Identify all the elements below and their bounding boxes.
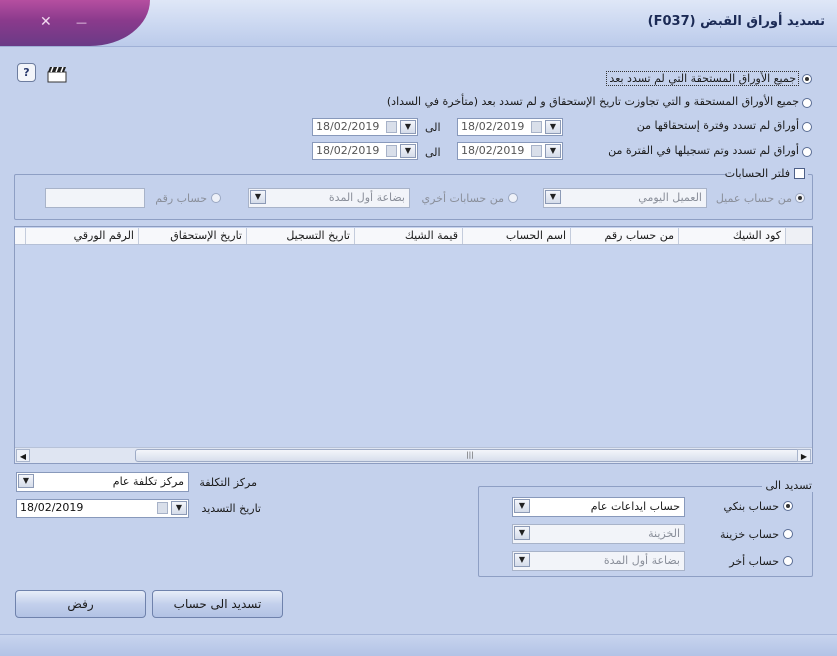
title-tab-decoration — [0, 0, 150, 46]
registered-to-date[interactable]: 18/02/2019 ▼ — [312, 142, 418, 160]
chevron-down-icon[interactable]: ▼ — [250, 190, 266, 204]
account-no-input[interactable] — [45, 188, 145, 208]
registered-to-value: 18/02/2019 — [316, 144, 380, 157]
customer-value: العميل اليومي — [638, 191, 702, 204]
cash-account-combo[interactable]: الخزينة ▼ — [512, 524, 685, 544]
account-filter-checkbox[interactable] — [794, 168, 805, 179]
from-customer-radio[interactable] — [795, 193, 805, 203]
other-accounts-label[interactable]: من حسابات أخري — [421, 192, 504, 205]
col-registration-date[interactable]: تاريخ التسجيل — [246, 228, 354, 244]
calendar-icon[interactable] — [386, 145, 397, 157]
other-account-value: بضاعة أول المدة — [603, 554, 680, 567]
grid-hscrollbar[interactable]: ◀ ||| ▶ — [15, 447, 812, 463]
cash-account-label[interactable]: حساب خزينة — [720, 528, 779, 541]
to-word-1: الى — [425, 121, 441, 134]
cash-account-value: الخزينة — [648, 527, 680, 540]
col-paper-no[interactable]: الرقم الورقي — [25, 228, 138, 244]
scroll-right-icon[interactable]: ▶ — [797, 449, 811, 462]
chevron-down-icon[interactable]: ▼ — [514, 526, 530, 540]
other-account-combo[interactable]: بضاعة أول المدة ▼ — [512, 551, 685, 571]
minimize-icon[interactable]: — — [76, 16, 87, 29]
other-accounts-value: بضاعة أول المدة — [328, 191, 405, 204]
col-due-date[interactable]: تاريخ الإستحقاق — [138, 228, 246, 244]
chevron-down-icon[interactable]: ▼ — [545, 144, 561, 158]
from-customer-label[interactable]: من حساب عميل — [716, 192, 792, 205]
option-1-label[interactable]: جميع الأوراق المستحقة التي لم تسدد بعد — [606, 71, 799, 86]
option-4-radio[interactable] — [802, 147, 812, 157]
scroll-thumb[interactable]: ||| — [135, 449, 805, 462]
bank-account-label[interactable]: حساب بنكي — [724, 500, 779, 513]
chevron-down-icon[interactable]: ▼ — [514, 553, 530, 567]
due-to-date[interactable]: 18/02/2019 ▼ — [312, 118, 418, 136]
payment-date-field[interactable]: 18/02/2019 ▼ — [16, 499, 189, 518]
chevron-down-icon[interactable]: ▼ — [400, 144, 416, 158]
other-accounts-combo[interactable]: بضاعة أول المدة ▼ — [248, 188, 410, 208]
title-bar: ✕ — تسديد أوراق القبض (F037) — [0, 0, 837, 47]
bank-account-combo[interactable]: حساب ايداعات عام ▼ — [512, 497, 685, 517]
cheques-grid[interactable] — [14, 226, 813, 464]
chevron-down-icon[interactable]: ▼ — [545, 120, 561, 134]
chevron-down-icon[interactable]: ▼ — [545, 190, 561, 204]
option-2-label[interactable]: جميع الأوراق المستحقة و التي تجاوزت تاري… — [387, 95, 799, 108]
bank-account-value: حساب ايداعات عام — [590, 500, 680, 513]
option-3-radio[interactable] — [802, 122, 812, 132]
calendar-icon[interactable] — [386, 121, 397, 133]
reject-button[interactable]: رفض — [15, 590, 146, 618]
chevron-down-icon[interactable]: ▼ — [400, 120, 416, 134]
to-word-2: الى — [425, 146, 441, 159]
cost-center-combo[interactable]: مركز تكلفة عام ▼ — [16, 472, 189, 492]
payment-date-value: 18/02/2019 — [20, 501, 84, 514]
bank-account-radio[interactable] — [783, 501, 793, 511]
col-account-name[interactable]: اسم الحساب — [462, 228, 570, 244]
option-3-label[interactable]: أوراق لم تسدد وفترة إستحقاقها من — [637, 119, 799, 132]
grid-header-corner — [785, 228, 812, 244]
window-title: تسديد أوراق القبض (F037) — [647, 14, 825, 29]
grid-header: كود الشيك من حساب رقم اسم الحساب قيمة ال… — [15, 228, 812, 245]
other-account-label[interactable]: حساب أخر — [729, 555, 779, 568]
close-icon[interactable]: ✕ — [40, 14, 52, 30]
payment-date-label: تاريخ التسديد — [201, 502, 261, 515]
registered-from-value: 18/02/2019 — [461, 144, 525, 157]
chevron-down-icon[interactable]: ▼ — [18, 474, 34, 488]
registered-from-date[interactable]: 18/02/2019 ▼ — [457, 142, 563, 160]
calendar-icon[interactable] — [531, 121, 542, 133]
due-from-value: 18/02/2019 — [461, 120, 525, 133]
cash-account-radio[interactable] — [783, 529, 793, 539]
col-cheque-code[interactable]: كود الشيك — [678, 228, 785, 244]
col-from-account-no[interactable]: من حساب رقم — [570, 228, 678, 244]
option-2-radio[interactable] — [802, 98, 812, 108]
due-to-value: 18/02/2019 — [316, 120, 380, 133]
settle-to-account-button[interactable]: تسديد الى حساب — [152, 590, 283, 618]
clapperboard-icon[interactable] — [47, 66, 67, 83]
other-accounts-radio[interactable] — [508, 193, 518, 203]
scroll-left-icon[interactable]: ◀ — [16, 449, 30, 462]
account-no-label[interactable]: حساب رقم — [155, 192, 207, 205]
cost-center-value: مركز تكلفة عام — [112, 475, 184, 488]
settle-to-legend: تسديد الى — [762, 479, 815, 492]
cost-center-label: مركز التكلفة — [199, 476, 257, 489]
option-4-label[interactable]: أوراق لم تسدد وتم تسجيلها في الفترة من — [608, 144, 799, 157]
help-icon[interactable]: ? — [17, 63, 36, 82]
chevron-down-icon[interactable]: ▼ — [514, 499, 530, 513]
calendar-icon[interactable] — [531, 145, 542, 157]
col-cheque-value[interactable]: قيمة الشيك — [354, 228, 462, 244]
calendar-icon[interactable] — [157, 502, 168, 514]
other-account-radio[interactable] — [783, 556, 793, 566]
due-from-date[interactable]: 18/02/2019 ▼ — [457, 118, 563, 136]
account-filter-label[interactable]: فلتر الحسابات — [725, 167, 790, 180]
chevron-down-icon[interactable]: ▼ — [171, 501, 187, 515]
customer-combo[interactable]: العميل اليومي ▼ — [543, 188, 707, 208]
account-no-radio[interactable] — [211, 193, 221, 203]
option-1-radio[interactable] — [802, 74, 812, 84]
bottom-strip — [0, 634, 837, 656]
